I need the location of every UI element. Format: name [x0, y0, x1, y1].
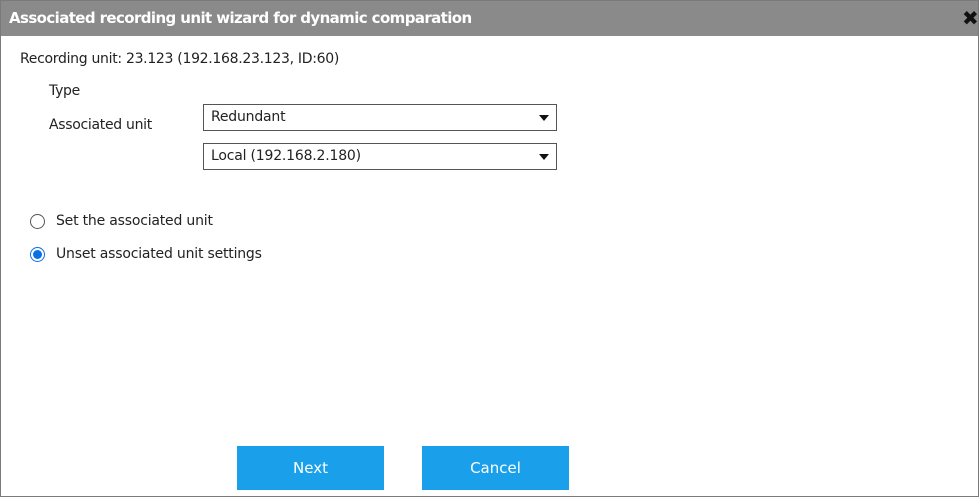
type-label: Type: [49, 83, 80, 99]
radio-label: Unset associated unit settings: [56, 246, 262, 262]
radio-label: Set the associated unit: [56, 213, 213, 229]
type-select[interactable]: Redundant: [203, 104, 557, 131]
wizard-dialog: Associated recording unit wizard for dyn…: [0, 0, 979, 497]
radio-button[interactable]: [30, 214, 45, 229]
type-select-value: Redundant: [211, 109, 286, 125]
dialog-title: Associated recording unit wizard for dyn…: [9, 9, 472, 27]
close-icon[interactable]: ✖: [962, 7, 979, 29]
chevron-down-icon: [539, 154, 549, 160]
next-button[interactable]: Next: [237, 446, 384, 490]
dialog-titlebar: Associated recording unit wizard for dyn…: [1, 1, 979, 36]
cancel-button[interactable]: Cancel: [422, 446, 569, 490]
associated-unit-select-value: Local (192.168.2.180): [211, 148, 361, 164]
associated-unit-label: Associated unit: [49, 117, 152, 133]
associated-unit-select[interactable]: Local (192.168.2.180): [203, 143, 557, 170]
radio-button-checked[interactable]: [30, 247, 45, 262]
chevron-down-icon: [539, 115, 549, 121]
radio-dot: [33, 250, 42, 259]
recording-unit-info: Recording unit: 23.123 (192.168.23.123, …: [20, 51, 339, 67]
